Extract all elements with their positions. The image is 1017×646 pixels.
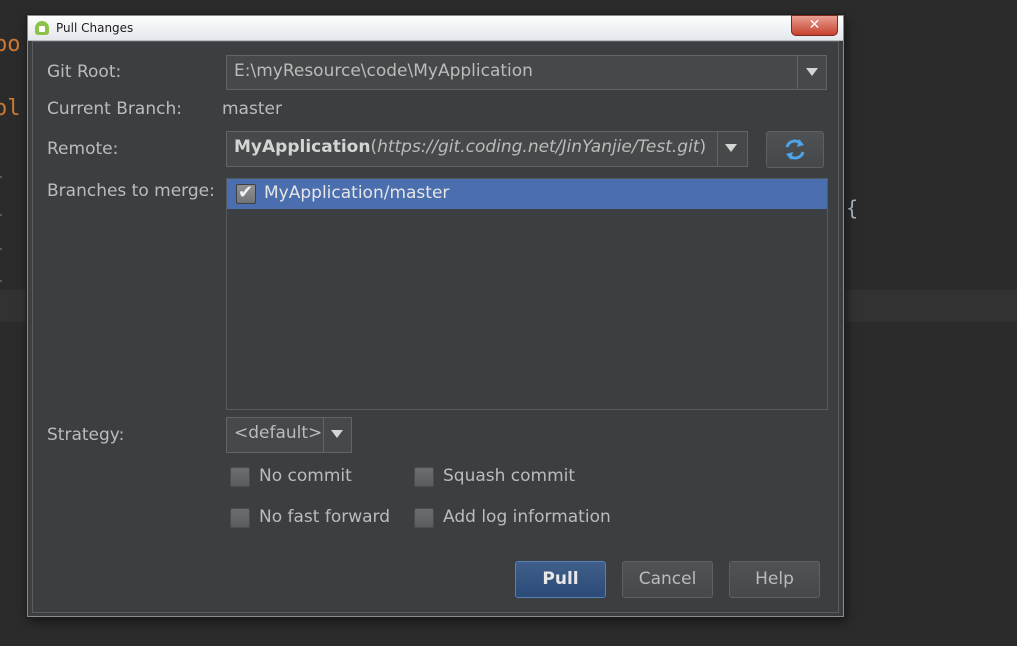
remote-url: https://git.coding.net/JinYanjie/Test.gi… (377, 137, 700, 157)
no-commit-checkbox[interactable] (230, 467, 250, 487)
strategy-label: Strategy: (47, 425, 125, 445)
current-branch-value: master (222, 99, 282, 119)
remote-combo[interactable]: MyApplication(https://git.coding.net/Jin… (226, 131, 748, 167)
editor-gutter-mark (0, 176, 2, 178)
chevron-down-icon (806, 68, 818, 76)
no-fast-forward-checkbox[interactable] (230, 508, 250, 528)
refresh-remote-button[interactable] (766, 131, 824, 168)
remote-label: Remote: (47, 139, 119, 159)
git-root-value: E:\myResource\code\MyApplication (234, 61, 533, 81)
editor-gutter-mark (0, 214, 2, 216)
android-studio-icon (35, 21, 49, 35)
git-root-combo[interactable]: E:\myResource\code\MyApplication (226, 55, 827, 90)
current-branch-label: Current Branch: (47, 99, 182, 119)
editor-code-fragment: ol (0, 96, 21, 121)
branches-to-merge-label: Branches to merge: (47, 181, 215, 201)
branches-list[interactable]: ✔ MyApplication/master (226, 178, 828, 410)
branch-checkbox[interactable]: ✔ (236, 182, 256, 204)
dialog-content: Git Root: E:\myResource\code\MyApplicati… (32, 41, 839, 613)
remote-value: MyApplication(https://git.coding.net/Jin… (234, 137, 706, 157)
list-item[interactable]: ✔ MyApplication/master (227, 179, 827, 209)
remote-url-close: ) (699, 137, 707, 157)
squash-commit-label: Squash commit (443, 466, 576, 486)
no-fast-forward-label: No fast forward (259, 507, 391, 527)
branch-name: MyApplication/master (264, 183, 450, 203)
refresh-icon (785, 139, 805, 160)
strategy-value: <default> (234, 423, 323, 443)
editor-gutter-mark (0, 248, 2, 250)
close-button[interactable]: ✕ (791, 15, 838, 36)
editor-code-fragment: po (0, 32, 21, 57)
strategy-combo[interactable]: <default> (226, 417, 352, 453)
chevron-down-icon (725, 144, 737, 152)
add-log-information-label: Add log information (443, 507, 611, 527)
pull-button[interactable]: Pull (515, 561, 606, 598)
cancel-button[interactable]: Cancel (622, 561, 713, 598)
help-button[interactable]: Help (729, 561, 820, 598)
no-commit-label: No commit (259, 466, 352, 486)
squash-commit-checkbox[interactable] (414, 467, 434, 487)
close-icon: ✕ (808, 17, 821, 33)
checkmark-icon: ✔ (238, 182, 254, 203)
dialog-titlebar[interactable]: Pull Changes ✕ (28, 15, 843, 41)
chevron-down-icon (331, 430, 343, 438)
remote-name: MyApplication (234, 137, 371, 157)
editor-gutter-mark (0, 280, 2, 282)
editor-brace: { (846, 196, 859, 220)
git-root-label: Git Root: (47, 62, 122, 82)
dialog-title: Pull Changes (56, 21, 134, 35)
add-log-information-checkbox[interactable] (414, 508, 434, 528)
pull-changes-dialog: Pull Changes ✕ Git Root: E:\myResource\c… (27, 15, 844, 617)
